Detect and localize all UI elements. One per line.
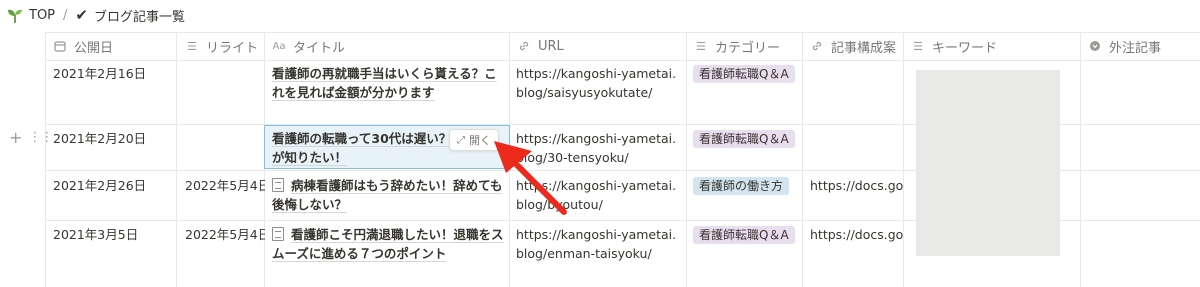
annotation-arrow [494, 141, 567, 215]
